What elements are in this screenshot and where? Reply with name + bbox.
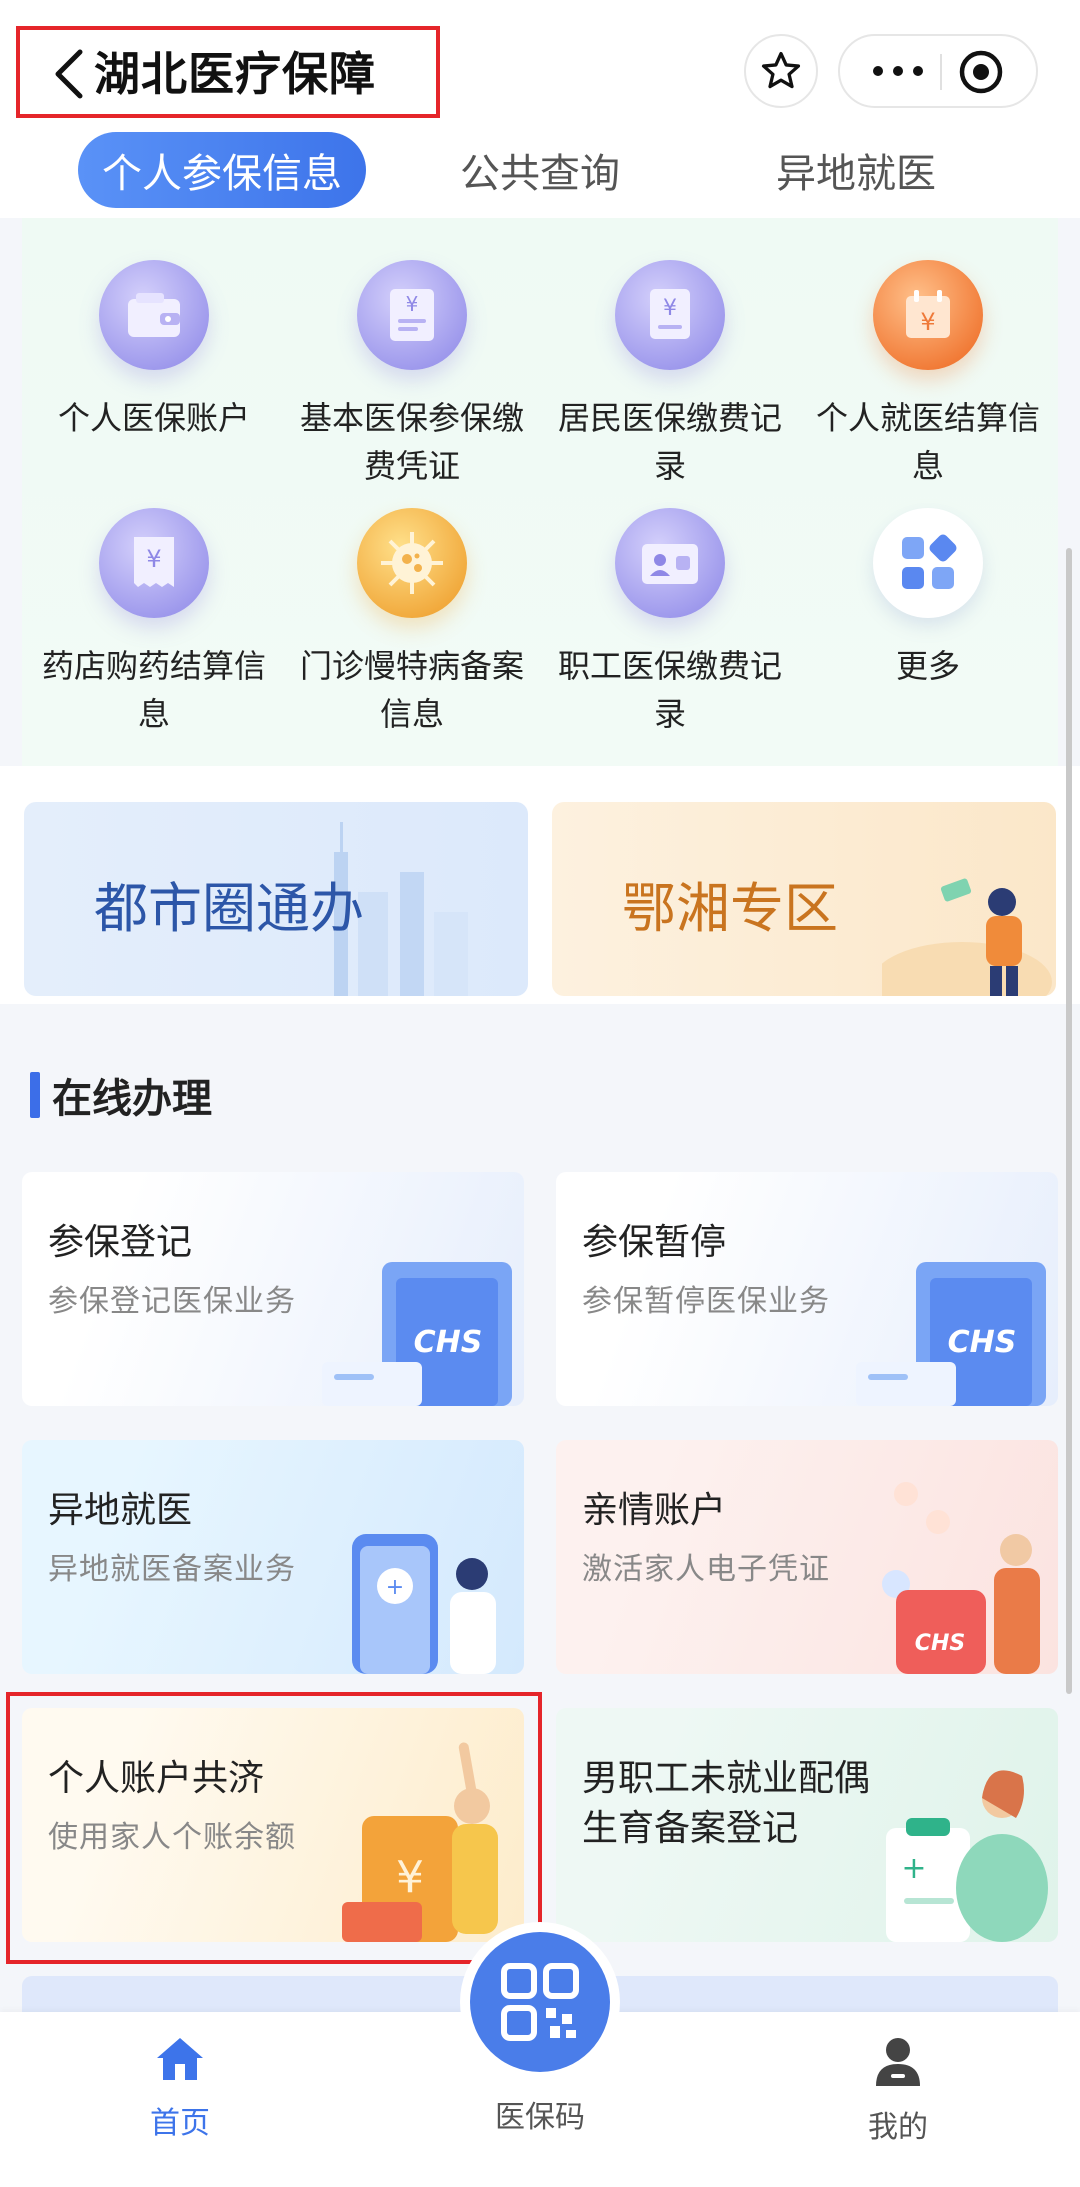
qr-label: 医保码: [495, 2100, 585, 2135]
target-icon[interactable]: [958, 49, 1004, 95]
tab-remote-medical[interactable]: 异地就医: [736, 132, 976, 208]
service-settlement-info[interactable]: ¥ 个人就医结算信息: [808, 260, 1048, 490]
nav-mine[interactable]: 我的: [818, 2034, 978, 2146]
banner-hubei-hunan[interactable]: 鄂湘专区: [552, 802, 1056, 996]
doctor-phone-illustration: +: [352, 1534, 496, 1674]
card-insurance-registration[interactable]: 参保登记 参保登记医保业务 CHS: [22, 1172, 524, 1406]
banner-strip: 都市圈通办 鄂湘专区: [0, 766, 1080, 1004]
yuan-receipt-icon: ¥: [615, 260, 725, 370]
family-illustration: CHS: [882, 1482, 1040, 1674]
scrollbar[interactable]: [1066, 548, 1072, 1694]
chs-card-illustration: CHS: [856, 1262, 1046, 1406]
user-icon: [876, 2038, 920, 2086]
medical-qr-button[interactable]: [470, 1932, 610, 2072]
person-illustration: [882, 878, 1052, 996]
qr-button-wrap: [460, 1922, 620, 2082]
svg-text:¥: ¥: [920, 308, 935, 336]
chevron-left-icon[interactable]: [50, 46, 90, 102]
section-title: 在线办理: [52, 1076, 212, 1122]
page-title: 湖北医疗保障: [94, 47, 376, 101]
service-more[interactable]: 更多: [808, 508, 1048, 690]
nav-home[interactable]: 首页: [100, 2034, 260, 2142]
mini-program-capsule: [838, 34, 1038, 108]
svg-text:¥: ¥: [663, 296, 677, 321]
wallet-icon: [99, 260, 209, 370]
banner-metro-area[interactable]: 都市圈通办: [24, 802, 528, 996]
pregnant-woman-illustration: +: [886, 1770, 1048, 1942]
card-insurance-suspension[interactable]: 参保暂停 参保暂停医保业务 CHS: [556, 1172, 1058, 1406]
svg-text:¥: ¥: [406, 292, 419, 316]
service-payment-voucher[interactable]: ¥ 基本医保参保缴费凭证: [292, 260, 532, 490]
star-icon: [761, 51, 801, 89]
svg-text:CHS: CHS: [948, 1325, 1017, 1360]
service-grid: 个人医保账户 ¥ 基本医保参保缴费凭证 ¥ 居民医保缴费记录 ¥ 个人就医结算信…: [22, 218, 1058, 766]
card-remote-medical[interactable]: 异地就医 异地就医备案业务 +: [22, 1440, 524, 1674]
qr-code-icon: [501, 1963, 579, 2041]
svg-text:CHS: CHS: [414, 1325, 483, 1360]
account-sharing-highlight-box: [6, 1692, 542, 1964]
yuan-calendar-icon: ¥: [873, 260, 983, 370]
service-pharmacy-settlement[interactable]: ¥ 药店购药结算信息: [34, 508, 274, 738]
card-spouse-maternity-registration[interactable]: 男职工未就业配偶生育备案登记 +: [556, 1708, 1058, 1942]
tab-personal-info[interactable]: 个人参保信息: [78, 132, 366, 208]
svg-text:+: +: [386, 1575, 404, 1600]
chs-card-illustration: CHS: [322, 1262, 512, 1406]
id-card-icon: [615, 508, 725, 618]
service-resident-payment-record[interactable]: ¥ 居民医保缴费记录: [550, 260, 790, 490]
svg-text:CHS: CHS: [915, 1631, 965, 1656]
service-employee-payment-record[interactable]: 职工医保缴费记录: [550, 508, 790, 738]
service-personal-account[interactable]: 个人医保账户: [34, 260, 274, 442]
yuan-ticket-icon: ¥: [99, 508, 209, 618]
svg-text:+: +: [901, 1851, 926, 1886]
service-chronic-disease[interactable]: 门诊慢特病备案信息: [292, 508, 532, 738]
virus-icon: [357, 508, 467, 618]
section-accent-bar: [30, 1072, 40, 1118]
home-icon: [157, 2038, 203, 2080]
banner-metro-text: 都市圈通办: [94, 877, 364, 940]
svg-text:¥: ¥: [146, 545, 161, 573]
card-family-account[interactable]: 亲情账户 激活家人电子凭证 CHS: [556, 1440, 1058, 1674]
tab-public-query[interactable]: 公共查询: [420, 132, 660, 208]
yuan-document-icon: ¥: [357, 260, 467, 370]
more-dots-icon[interactable]: [870, 58, 926, 84]
tab-bar: 个人参保信息 公共查询 异地就医: [0, 118, 1080, 218]
favorite-button[interactable]: [744, 34, 818, 108]
nav-header: 湖北医疗保障: [0, 0, 1080, 132]
grid-more-icon: [873, 508, 983, 618]
banner-hubei-hunan-text: 鄂湘专区: [622, 877, 838, 940]
capsule-divider: [940, 54, 942, 90]
